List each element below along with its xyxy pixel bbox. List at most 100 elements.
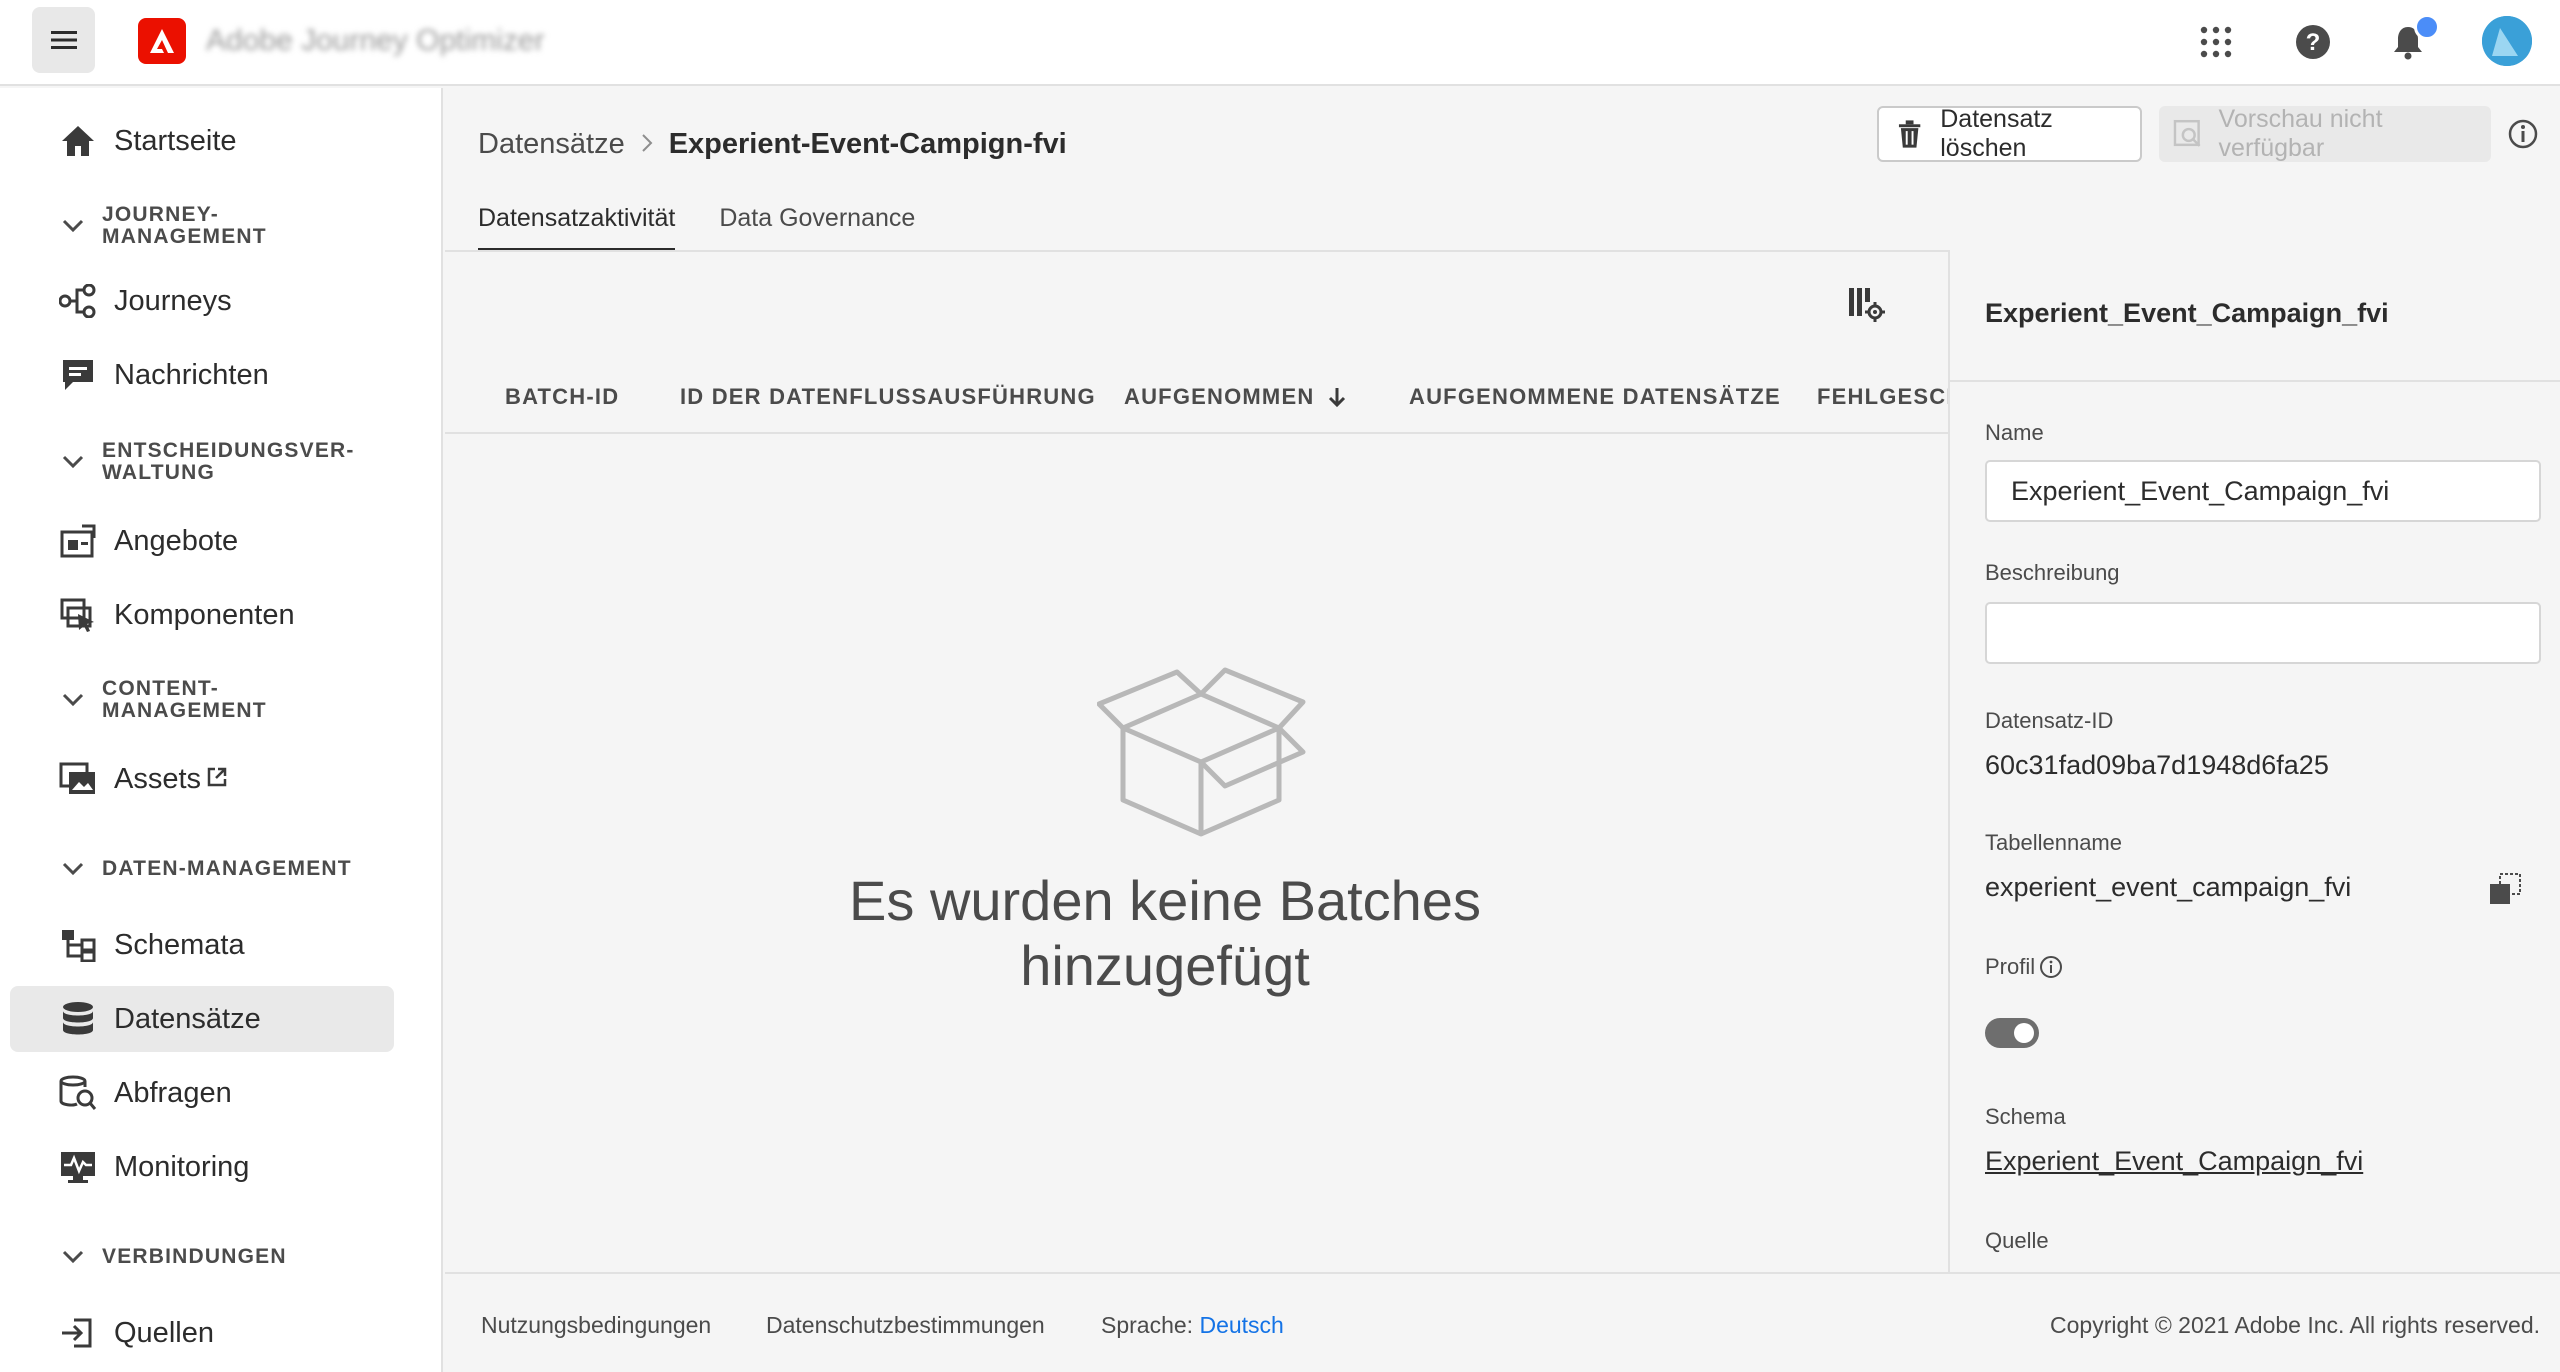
sidebar-item-startseite[interactable]: Startseite <box>10 108 394 174</box>
sidebar-item-abfragen[interactable]: Abfragen <box>10 1060 394 1126</box>
sidebar-item-label: Monitoring <box>114 1150 250 1183</box>
chevron-right-icon <box>641 128 653 161</box>
chevron-down-icon <box>58 1242 88 1272</box>
sidebar: Startseite JOURNEY- MANAGEMENT Journeys … <box>0 88 443 1372</box>
language-selector[interactable]: Sprache: Deutsch <box>1101 1312 1284 1339</box>
section-label: MANAGEMENT <box>102 225 267 248</box>
section-verbindungen[interactable]: VERBINDUNGEN <box>58 1242 287 1272</box>
panel-title: Experient_Event_Campaign_fvi <box>1985 298 2389 328</box>
section-label: JOURNEY- <box>102 203 219 226</box>
column-header-ingested-records[interactable]: AUFGENOMMENE DATENSÄTZE <box>1409 384 1781 410</box>
empty-box-icon <box>1096 666 1307 838</box>
sidebar-item-komponenten[interactable]: Komponenten <box>10 582 394 648</box>
empty-state-message: Es wurden keine Batches hinzugefügt <box>849 869 1481 997</box>
sort-down-icon <box>1329 388 1346 408</box>
info-icon[interactable] <box>2039 955 2063 979</box>
column-header-batch-id[interactable]: BATCH-ID <box>505 384 619 410</box>
sidebar-item-label: Assets <box>114 762 202 795</box>
offers-icon <box>58 521 98 561</box>
delete-dataset-label: Datensatz löschen <box>1940 105 2053 162</box>
section-daten-management[interactable]: DATEN-MANAGEMENT <box>58 854 352 884</box>
profile-toggle[interactable] <box>1985 1018 2039 1048</box>
tab-data-governance[interactable]: Data Governance <box>719 204 915 252</box>
message-icon <box>58 355 98 395</box>
avatar[interactable] <box>2482 16 2532 66</box>
sidebar-item-angebote[interactable]: Angebote <box>10 508 394 574</box>
tab-datensatzaktivitaet[interactable]: Datensatzaktivität <box>478 204 676 252</box>
monitoring-icon <box>58 1147 98 1187</box>
menu-icon <box>50 31 77 49</box>
source-label: Quelle <box>1985 1228 2049 1253</box>
top-bar: Adobe Journey Optimizer ? <box>0 0 2560 86</box>
sidebar-item-monitoring[interactable]: Monitoring <box>10 1134 394 1200</box>
sidebar-item-label: Quellen <box>114 1316 214 1349</box>
chevron-down-icon <box>58 854 88 884</box>
preview-icon <box>2173 119 2201 147</box>
breadcrumb: Datensätze Experient-Event-Campign-fvi <box>478 128 1067 161</box>
sidebar-item-label: Datensätze <box>114 1002 261 1035</box>
column-settings-icon[interactable] <box>1847 284 1887 324</box>
svg-text:?: ? <box>2306 29 2321 56</box>
sidebar-item-label: Angebote <box>114 524 239 557</box>
schema-icon <box>58 925 98 965</box>
language-label: Sprache: <box>1101 1312 1194 1338</box>
section-label: DATEN-MANAGEMENT <box>102 857 352 880</box>
divider <box>1950 380 2560 382</box>
section-label: WALTUNG <box>102 461 215 484</box>
sidebar-item-label: Nachrichten <box>114 358 269 391</box>
sidebar-item-journeys[interactable]: Journeys <box>10 268 394 334</box>
sidebar-item-nachrichten[interactable]: Nachrichten <box>10 342 394 408</box>
menu-button[interactable] <box>32 7 95 73</box>
footer: Nutzungsbedingungen Datenschutzbestimmun… <box>445 1272 2560 1372</box>
schema-link[interactable]: Experient_Event_Campaign_fvi <box>1985 1146 2363 1177</box>
trash-icon <box>1898 120 1921 148</box>
tab-bar: Datensatzaktivität Data Governance <box>478 204 959 252</box>
info-icon[interactable] <box>2507 118 2539 150</box>
section-label: ENTSCHEIDUNGSVER- <box>102 439 355 462</box>
apps-grid-icon[interactable] <box>2192 18 2240 66</box>
adobe-logo-icon[interactable] <box>138 18 186 64</box>
delete-dataset-button[interactable]: Datensatz löschen <box>1877 105 2142 162</box>
language-value[interactable]: Deutsch <box>1199 1312 1283 1338</box>
sidebar-item-assets[interactable]: Assets <box>10 746 394 812</box>
details-panel: Experient_Event_Campaign_fvi Name Experi… <box>1948 250 2560 1272</box>
divider <box>445 250 1950 252</box>
terms-link[interactable]: Nutzungsbedingungen <box>481 1312 711 1339</box>
sidebar-item-label: Abfragen <box>114 1076 232 1109</box>
page-title: Experient-Event-Campign-fvi <box>668 128 1067 160</box>
sidebar-item-schemata[interactable]: Schemata <box>10 912 394 978</box>
sources-icon <box>58 1313 98 1353</box>
datasets-icon <box>58 999 98 1039</box>
section-entscheidungsverwaltung[interactable]: ENTSCHEIDUNGSVER- WALTUNG <box>58 440 355 484</box>
section-content-management[interactable]: CONTENT- MANAGEMENT <box>58 678 267 722</box>
privacy-link[interactable]: Datenschutzbestimmungen <box>766 1312 1045 1339</box>
section-label: VERBINDUNGEN <box>102 1245 287 1268</box>
sidebar-item-datensaetze[interactable]: Datensätze <box>10 986 394 1052</box>
profile-label-group: Profil <box>1985 954 2063 980</box>
column-header-ingested[interactable]: AUFGENOMMEN <box>1124 384 1346 410</box>
column-header-label: AUFGENOMMEN <box>1124 384 1315 409</box>
queries-icon <box>58 1073 98 1113</box>
chevron-down-icon <box>58 447 88 477</box>
breadcrumb-parent-link[interactable]: Datensätze <box>478 128 625 161</box>
section-journey-management[interactable]: JOURNEY- MANAGEMENT <box>58 204 267 248</box>
column-header-failed[interactable]: FEHLGESCH <box>1817 384 1950 410</box>
column-header-dataflow-run-id[interactable]: ID DER DATENFLUSSAUSFÜHRUNG <box>680 384 1096 410</box>
copyright-text: Copyright © 2021 Adobe Inc. All rights r… <box>2050 1312 2540 1338</box>
preview-button[interactable]: Vorschau nicht verfügbar <box>2159 105 2491 162</box>
app-title: Adobe Journey Optimizer <box>206 24 545 57</box>
copy-icon[interactable] <box>2488 872 2522 906</box>
chevron-down-icon <box>58 211 88 241</box>
preview-label: Vorschau nicht verfügbar <box>2218 105 2383 162</box>
components-icon <box>58 595 98 635</box>
sidebar-item-label: Komponenten <box>114 598 295 631</box>
description-field[interactable] <box>1985 602 2541 664</box>
table-name-label: Tabellenname <box>1985 830 2122 855</box>
dataset-id-label: Datensatz-ID <box>1985 708 2114 733</box>
dataset-id-value: 60c31fad09ba7d1948d6fa25 <box>1985 750 2329 780</box>
sidebar-item-quellen[interactable]: Quellen <box>10 1300 394 1366</box>
name-field[interactable]: Experient_Event_Campaign_fvi <box>1985 460 2541 522</box>
help-icon[interactable]: ? <box>2289 18 2337 66</box>
section-label: CONTENT- <box>102 677 219 700</box>
schema-label: Schema <box>1985 1104 2066 1129</box>
